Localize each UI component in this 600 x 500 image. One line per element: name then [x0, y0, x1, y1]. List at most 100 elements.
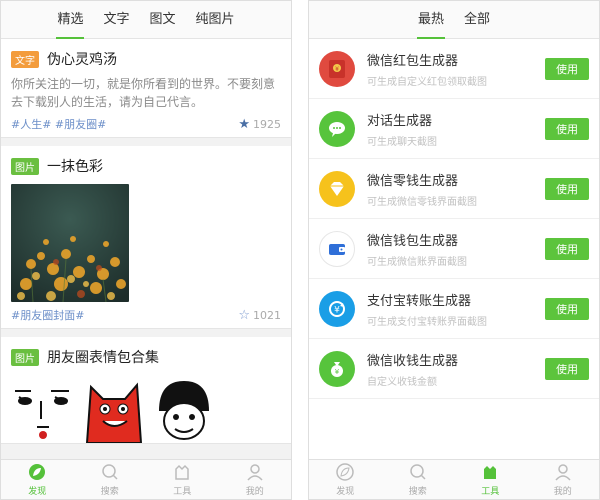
feed-card[interactable]: 图片 一抹色彩 #朋友圈封面# ☆ 1021 — [1, 146, 291, 329]
tool-text: 微信零钱生成器 可生成微信零钱界面截图 — [367, 170, 545, 208]
tool-item-change[interactable]: 微信零钱生成器 可生成微信零钱界面截图 使用 — [309, 159, 599, 219]
tabbar-search[interactable]: 搜索 — [74, 460, 147, 499]
tabbar-tools[interactable]: 工具 — [146, 460, 219, 499]
tool-list: ¥ 微信红包生成器 可生成自定义红包领取截图 使用 对话生成器 可生成聊天截图 … — [309, 39, 599, 459]
category-badge: 图片 — [11, 348, 39, 366]
tabbar-label: 我的 — [553, 487, 572, 497]
tabbar-discover[interactable]: 发现 — [309, 460, 382, 499]
search-icon — [100, 462, 120, 482]
svg-text:¥: ¥ — [335, 66, 339, 73]
meme-face-sketch[interactable] — [11, 377, 77, 443]
tool-desc: 可生成微信零钱界面截图 — [367, 196, 477, 208]
tab-featured[interactable]: 精选 — [47, 1, 93, 39]
tabbar-label: 搜索 — [100, 487, 119, 497]
tabbar-tools[interactable]: 工具 — [454, 460, 527, 499]
leaf-icon — [27, 462, 47, 482]
tabbar-label: 工具 — [481, 487, 500, 497]
screenshot-stage: 精选 文字 图文 纯图片 文字 伪心灵鸡汤 你所关注的一切，就是你所看到的世界。… — [0, 0, 600, 500]
card-tags[interactable]: #朋友圈封面# — [11, 307, 84, 323]
red-envelope-icon: ¥ — [319, 50, 355, 87]
meme-mushroom-head[interactable] — [151, 377, 217, 443]
card-header: 图片 一抹色彩 — [11, 156, 281, 176]
feed-list: 文字 伪心灵鸡汤 你所关注的一切，就是你所看到的世界。不要刻意去下载别人的生活，… — [1, 39, 291, 459]
card-header: 图片 朋友圈表情包合集 — [11, 347, 281, 367]
tool-text: 微信收钱生成器 自定义收钱金额 — [367, 350, 545, 388]
category-badge: 文字 — [11, 50, 39, 68]
like-count-value: 1925 — [253, 117, 281, 131]
tool-text: 对话生成器 可生成聊天截图 — [367, 110, 545, 148]
feed-tabbar: 精选 文字 图文 纯图片 — [1, 1, 291, 39]
meme-red-cat[interactable] — [81, 377, 147, 443]
search-icon — [408, 462, 428, 482]
use-button[interactable]: 使用 — [545, 237, 589, 260]
like-count-value: 1021 — [253, 308, 281, 322]
flower-photo[interactable] — [11, 184, 129, 302]
tool-name: 微信收钱生成器 — [367, 353, 459, 369]
card-footer: #朋友圈封面# ☆ 1021 — [11, 302, 281, 328]
meme-images — [11, 377, 281, 443]
tool-desc: 可生成自定义红包领取截图 — [367, 76, 487, 88]
tab-pure-image[interactable]: 纯图片 — [186, 1, 245, 39]
tools-tabbar: 最热 全部 — [309, 1, 599, 39]
tool-name: 对话生成器 — [367, 113, 433, 129]
user-icon — [553, 462, 573, 482]
tool-item-wallet[interactable]: 微信钱包生成器 可生成微信账界面截图 使用 — [309, 219, 599, 279]
tool-desc: 自定义收钱金额 — [367, 376, 437, 388]
tool-name: 微信钱包生成器 — [367, 233, 459, 249]
tool-name: 微信零钱生成器 — [367, 173, 459, 189]
tabbar-discover[interactable]: 发现 — [1, 460, 74, 499]
tool-text: 微信红包生成器 可生成自定义红包领取截图 — [367, 50, 545, 88]
tool-desc: 可生成微信账界面截图 — [367, 256, 467, 268]
tool-desc: 可生成支付宝转账界面截图 — [367, 316, 487, 328]
tool-item-alipay-transfer[interactable]: ¥ 支付宝转账生成器 可生成支付宝转账界面截图 使用 — [309, 279, 599, 339]
svg-text:¥: ¥ — [334, 305, 340, 315]
tabbar-label: 我的 — [245, 487, 264, 497]
tabbar-label: 发现 — [336, 487, 355, 497]
tab-image-text[interactable]: 图文 — [140, 1, 186, 39]
tool-text: 支付宝转账生成器 可生成支付宝转账界面截图 — [367, 290, 545, 328]
tabbar-me[interactable]: 我的 — [527, 460, 600, 499]
tool-name: 微信红包生成器 — [367, 53, 459, 69]
tabbar-label: 搜索 — [408, 487, 427, 497]
card-header: 文字 伪心灵鸡汤 — [11, 49, 281, 69]
card-title: 一抹色彩 — [47, 159, 103, 175]
star-outline-icon: ☆ — [238, 307, 250, 323]
use-button[interactable]: 使用 — [545, 117, 589, 140]
like-count[interactable]: ★ 1925 — [238, 117, 281, 132]
tool-name: 支付宝转账生成器 — [367, 293, 472, 309]
diamond-icon — [319, 170, 355, 207]
card-title: 伪心灵鸡汤 — [47, 52, 117, 68]
feed-card[interactable]: 文字 伪心灵鸡汤 你所关注的一切，就是你所看到的世界。不要刻意去下载别人的生活，… — [1, 39, 291, 138]
tab-text[interactable]: 文字 — [93, 1, 139, 39]
tabbar-search[interactable]: 搜索 — [382, 460, 455, 499]
feed-panel: 精选 文字 图文 纯图片 文字 伪心灵鸡汤 你所关注的一切，就是你所看到的世界。… — [0, 0, 292, 500]
tab-all[interactable]: 全部 — [454, 1, 500, 39]
tool-item-receive-money[interactable]: ¥ 微信收钱生成器 自定义收钱金额 使用 — [309, 339, 599, 399]
tabbar-me[interactable]: 我的 — [219, 460, 292, 499]
use-button[interactable]: 使用 — [545, 57, 589, 80]
tools-icon — [172, 462, 192, 482]
user-icon — [245, 462, 265, 482]
tool-item-red-envelope[interactable]: ¥ 微信红包生成器 可生成自定义红包领取截图 使用 — [309, 39, 599, 99]
use-button[interactable]: 使用 — [545, 177, 589, 200]
category-badge: 图片 — [11, 157, 39, 175]
bottom-tabbar: 发现 搜索 工具 我的 — [1, 459, 291, 499]
card-tags[interactable]: #人生# #朋友圈# — [11, 116, 106, 132]
tool-item-chat[interactable]: 对话生成器 可生成聊天截图 使用 — [309, 99, 599, 159]
card-title: 朋友圈表情包合集 — [47, 350, 159, 366]
money-bag-icon: ¥ — [319, 350, 355, 387]
use-button[interactable]: 使用 — [545, 297, 589, 320]
tool-desc: 可生成聊天截图 — [367, 136, 437, 148]
card-body-text: 你所关注的一切，就是你所看到的世界。不要刻意去下载别人的生活，请为自己代言。 — [11, 77, 276, 109]
use-button[interactable]: 使用 — [545, 357, 589, 380]
feed-card[interactable]: 图片 朋友圈表情包合集 — [1, 337, 291, 444]
leaf-icon — [335, 462, 355, 482]
tools-panel: 最热 全部 ¥ 微信红包生成器 可生成自定义红包领取截图 使用 对话生成器 可生… — [308, 0, 600, 500]
tab-hottest[interactable]: 最热 — [408, 1, 454, 39]
tool-text: 微信钱包生成器 可生成微信账界面截图 — [367, 230, 545, 268]
wallet-icon — [319, 230, 355, 267]
like-count[interactable]: ☆ 1021 — [238, 308, 281, 323]
tools-icon — [480, 462, 500, 482]
alipay-transfer-icon: ¥ — [319, 290, 355, 327]
tabbar-label: 发现 — [28, 487, 47, 497]
